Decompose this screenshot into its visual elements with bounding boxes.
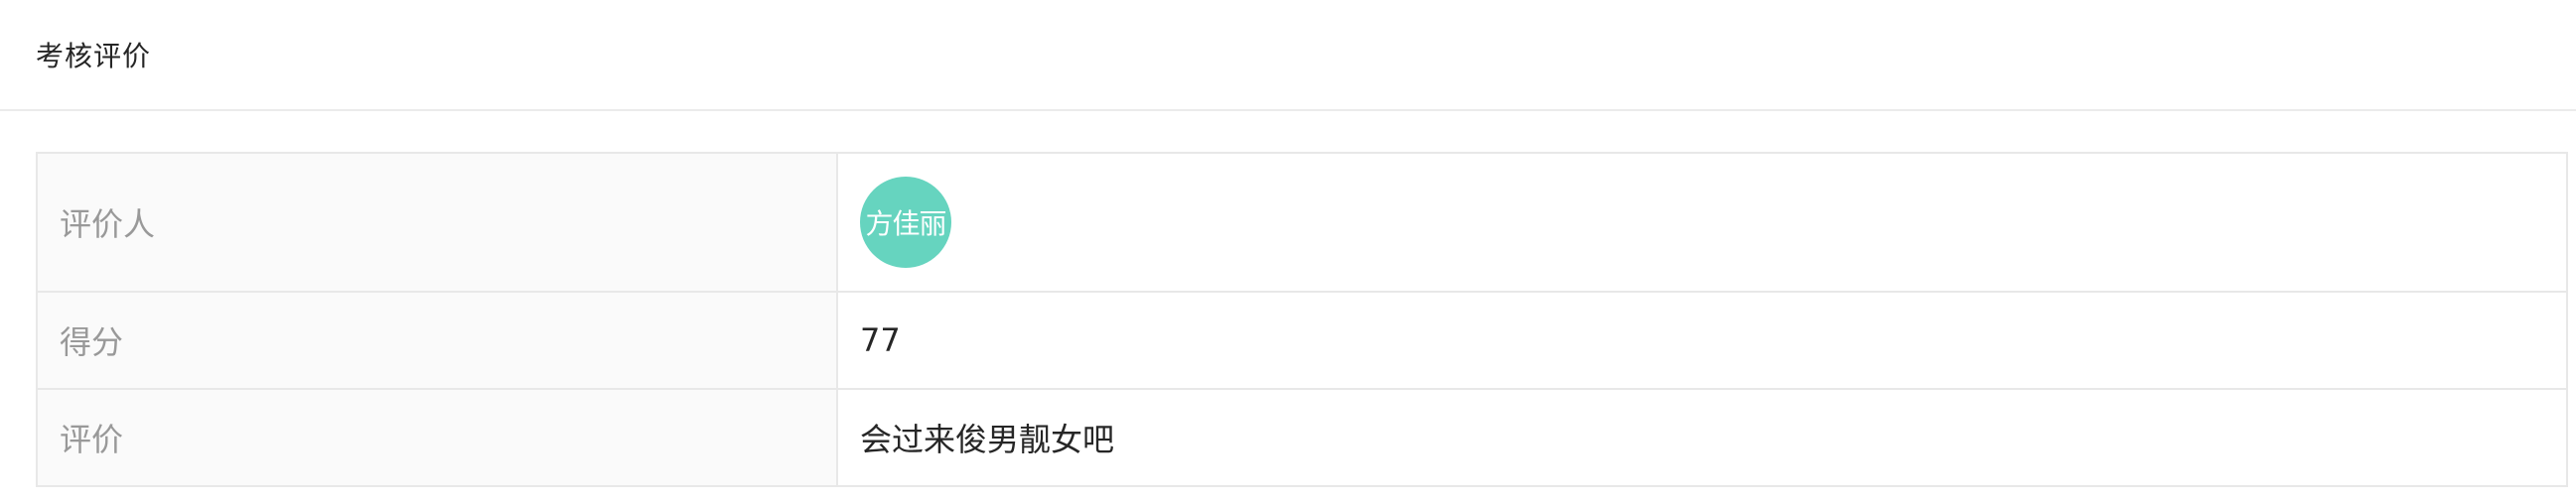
section-header: 考核评价	[0, 0, 2576, 111]
score-value: 77	[836, 291, 2568, 390]
evaluator-label: 评价人	[36, 152, 838, 293]
evaluator-cell: 方佳丽	[836, 152, 2568, 293]
table-row-comment: 评价 会过来俊男靓女吧	[36, 388, 2568, 487]
evaluator-avatar[interactable]: 方佳丽	[860, 177, 951, 268]
table-row-evaluator: 评价人 方佳丽	[36, 152, 2568, 293]
table-row-score: 得分 77	[36, 291, 2568, 390]
score-label: 得分	[36, 291, 838, 390]
comment-label: 评价	[36, 388, 838, 487]
comment-value: 会过来俊男靓女吧	[836, 388, 2568, 487]
section-title: 考核评价	[36, 40, 152, 72]
evaluation-table: 评价人 方佳丽 得分 77 评价 会过来俊男靓女吧	[36, 152, 2568, 487]
